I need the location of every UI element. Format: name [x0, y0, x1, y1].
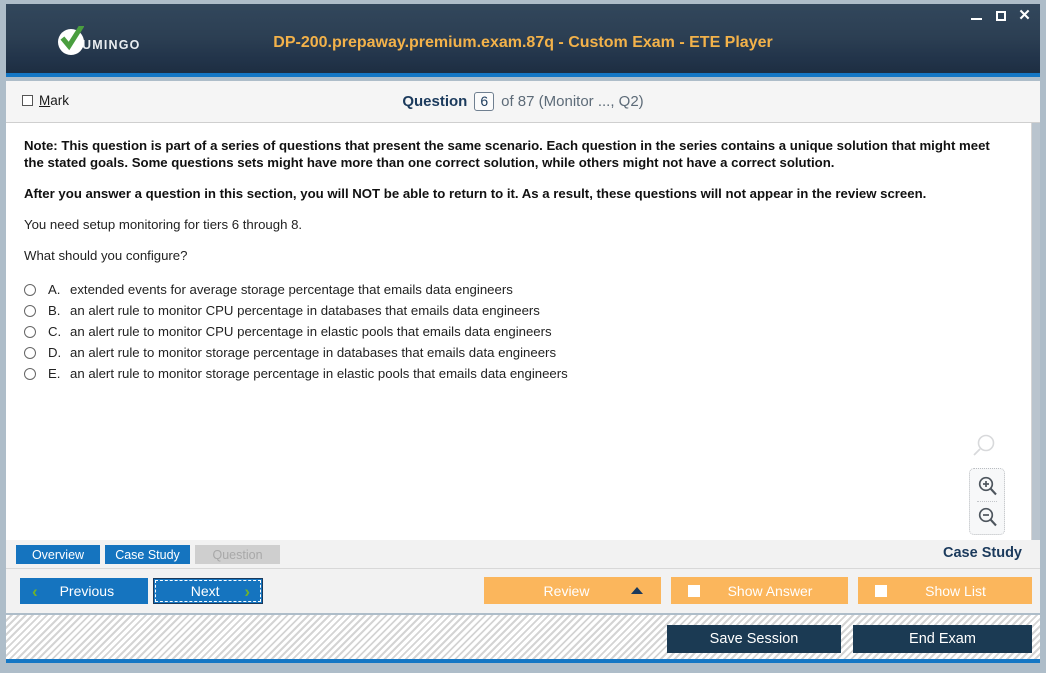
answer-options-list: A. extended events for average storage p…	[24, 282, 1013, 381]
zoom-divider	[977, 501, 997, 502]
question-body: Note: This question is part of a series …	[6, 123, 1031, 381]
question-note-paragraph: Note: This question is part of a series …	[24, 138, 990, 170]
option-letter: E.	[48, 366, 61, 381]
show-answer-button[interactable]: Show Answer	[671, 577, 848, 604]
zoom-controls-panel	[969, 468, 1005, 535]
show-answer-button-label: Show Answer	[727, 582, 813, 599]
show-list-button[interactable]: Show List	[858, 577, 1032, 604]
radio-button-icon[interactable]	[24, 283, 36, 296]
zoom-in-button[interactable]	[973, 473, 1001, 499]
application-window: UMINGO DP-200.prepaway.premium.exam.87q …	[0, 0, 1046, 673]
radio-button-icon[interactable]	[24, 346, 36, 359]
next-button[interactable]: Next ›	[153, 578, 263, 604]
option-letter: A.	[48, 282, 61, 297]
question-number-field[interactable]: 6	[474, 92, 495, 111]
radio-button-icon[interactable]	[24, 304, 36, 317]
square-icon	[688, 584, 700, 597]
answer-option-c[interactable]: C. an alert rule to monitor CPU percenta…	[24, 324, 1013, 339]
previous-button[interactable]: ‹ Previous	[20, 578, 148, 604]
title-bar: UMINGO DP-200.prepaway.premium.exam.87q …	[6, 4, 1040, 77]
section-label: Case Study	[943, 545, 1022, 561]
maximize-icon	[995, 10, 1006, 21]
question-total-label: of 87 (Monitor ..., Q2)	[501, 93, 644, 110]
option-text: extended events for average storage perc…	[70, 282, 513, 297]
option-letter: D.	[48, 345, 62, 360]
magnifier-ghost-icon	[971, 433, 997, 464]
answer-option-a[interactable]: A. extended events for average storage p…	[24, 282, 1013, 297]
zoom-in-icon	[978, 476, 997, 495]
close-button[interactable]: ✕	[1017, 8, 1032, 23]
question-word-label: Question	[402, 93, 468, 110]
show-list-button-label: Show List	[925, 582, 986, 599]
answer-option-e[interactable]: E. an alert rule to monitor storage perc…	[24, 366, 1013, 381]
tab-question: Question	[195, 545, 280, 564]
window-controls: ✕	[969, 8, 1032, 23]
tab-overview[interactable]: Overview	[16, 545, 100, 564]
option-text: an alert rule to monitor CPU percentage …	[70, 324, 552, 339]
question-content-area: Note: This question is part of a series …	[6, 123, 1032, 540]
question-warning-paragraph: After you answer a question in this sect…	[24, 186, 927, 201]
navigation-row: ‹ Previous Next › Review Show Answer Sho…	[6, 569, 1040, 613]
option-text: an alert rule to monitor storage percent…	[70, 366, 568, 381]
radio-button-icon[interactable]	[24, 367, 36, 380]
chevron-right-icon: ›	[244, 581, 250, 601]
answer-option-b[interactable]: B. an alert rule to monitor CPU percenta…	[24, 303, 1013, 318]
minimize-icon	[971, 18, 982, 20]
square-icon	[875, 584, 887, 597]
content-scrollbar[interactable]	[1032, 123, 1040, 540]
zoom-out-button[interactable]	[973, 504, 1001, 530]
option-text: an alert rule to monitor CPU percentage …	[70, 303, 540, 318]
maximize-button[interactable]	[993, 8, 1008, 23]
tab-case-study[interactable]: Case Study	[105, 545, 190, 564]
window-title: DP-200.prepaway.premium.exam.87q - Custo…	[273, 34, 773, 51]
bottom-toolbar: Overview Case Study Question Case Study …	[6, 540, 1040, 613]
previous-button-label: Previous	[59, 583, 115, 599]
option-letter: B.	[48, 303, 61, 318]
minimize-button[interactable]	[969, 8, 984, 23]
chevron-up-icon	[631, 587, 643, 594]
answer-option-d[interactable]: D. an alert rule to monitor storage perc…	[24, 345, 1013, 360]
question-scenario-text: You need setup monitoring for tiers 6 th…	[24, 217, 303, 232]
review-button-label: Review	[543, 582, 590, 599]
option-letter: C.	[48, 324, 62, 339]
option-text: an alert rule to monitor storage percent…	[70, 345, 557, 360]
radio-button-icon[interactable]	[24, 325, 36, 338]
question-header-bar: Mark Question 6 of 87 (Monitor ..., Q2)	[6, 81, 1040, 123]
end-exam-button[interactable]: End Exam	[853, 625, 1032, 653]
status-bar: Save Session End Exam	[6, 615, 1040, 663]
save-session-button[interactable]: Save Session	[667, 625, 841, 653]
next-button-label: Next	[190, 583, 220, 599]
review-button[interactable]: Review	[484, 577, 661, 604]
tab-bar: Overview Case Study Question Case Study	[6, 540, 1040, 569]
question-counter: Question 6 of 87 (Monitor ..., Q2)	[6, 92, 1040, 111]
question-prompt-text: What should you configure?	[24, 248, 188, 263]
zoom-out-icon	[978, 507, 997, 526]
